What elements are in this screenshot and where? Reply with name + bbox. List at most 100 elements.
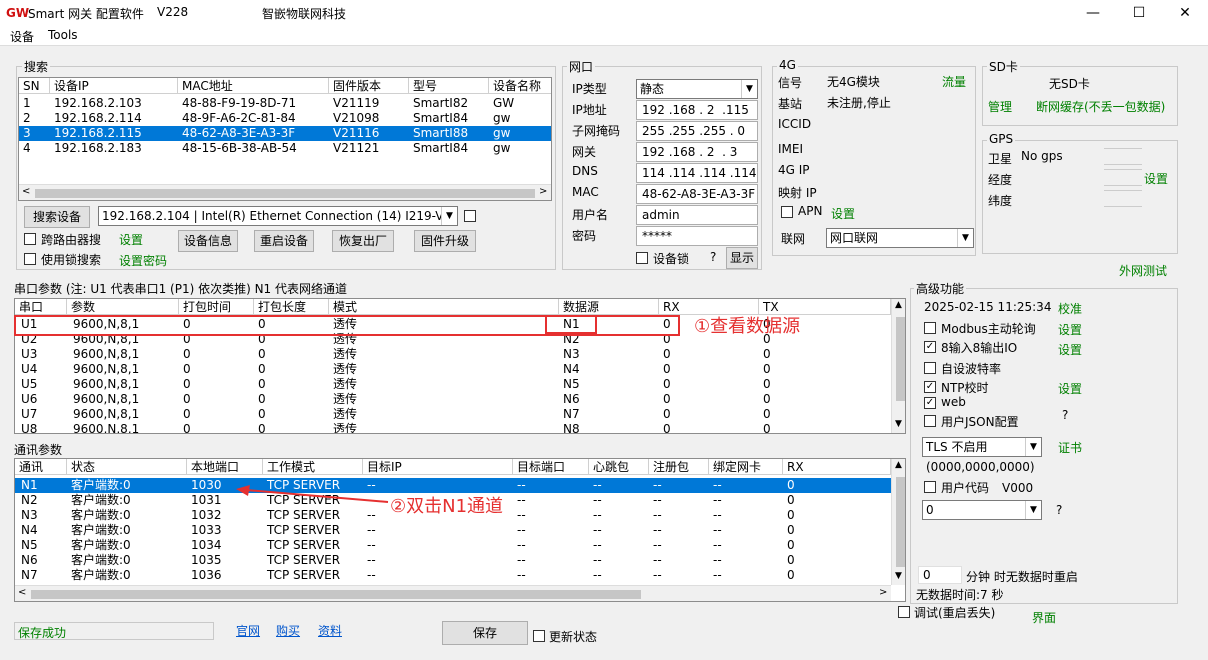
col-bind-nic[interactable]: 绑定网卡 bbox=[709, 459, 783, 475]
close-icon[interactable]: ✕ bbox=[1162, 0, 1208, 26]
debug-checkbox[interactable] bbox=[898, 606, 910, 618]
restart-device-button[interactable]: 重启设备 bbox=[254, 230, 314, 252]
tls-select[interactable]: TLS 不启用 ▼ bbox=[922, 437, 1042, 457]
col-status[interactable]: 状态 bbox=[67, 459, 187, 475]
col-target-port[interactable]: 目标端口 bbox=[513, 459, 589, 475]
col-serial[interactable]: 串口 bbox=[15, 299, 67, 315]
ntp-settings-link[interactable]: 设置 bbox=[1058, 380, 1082, 397]
gps-settings-link[interactable]: 设置 bbox=[1144, 170, 1168, 187]
col-sn[interactable]: SN bbox=[19, 78, 50, 94]
table-row[interactable]: 1 192.168.2.103 48-88-F9-19-8D-71 V21119 Sma… bbox=[19, 96, 551, 111]
calibrate-link[interactable]: 校准 bbox=[1058, 300, 1082, 317]
purchase-link[interactable]: 购买 bbox=[276, 622, 300, 639]
modbus-checkbox[interactable] bbox=[924, 322, 936, 334]
restart-minutes-field[interactable]: 0 bbox=[918, 566, 962, 584]
col-model[interactable]: 型号 bbox=[409, 78, 489, 94]
table-row[interactable]: U5 9600,N,8,1 0 0 透传 N5 0 0 bbox=[15, 377, 891, 392]
search-device-button[interactable]: 搜索设备 bbox=[24, 206, 90, 228]
maximize-icon[interactable]: ☐ bbox=[1116, 0, 1162, 26]
flow-link[interactable]: 流量 bbox=[942, 73, 966, 90]
apn-checkbox[interactable] bbox=[781, 206, 793, 218]
subnet-mask-field[interactable]: 255 .255 .255 . 0 bbox=[636, 121, 758, 141]
interface-link[interactable]: 界面 bbox=[1032, 609, 1056, 626]
show-password-button[interactable]: 显示 bbox=[726, 247, 758, 269]
device-lock-help[interactable]: ? bbox=[710, 250, 716, 264]
col-mac[interactable]: MAC地址 bbox=[178, 78, 329, 94]
col-local-port[interactable]: 本地端口 bbox=[187, 459, 263, 475]
certificate-link[interactable]: 证书 bbox=[1058, 439, 1082, 456]
ntp-checkbox[interactable]: ✓ bbox=[924, 381, 936, 393]
table-row[interactable]: 2 192.168.2.114 48-9F-A6-2C-81-84 V21098 Sma… bbox=[19, 111, 551, 126]
custom-baud-checkbox[interactable] bbox=[924, 362, 936, 374]
col-pack-time[interactable]: 打包时间 bbox=[179, 299, 254, 315]
mac-field[interactable]: 48-62-A8-3E-A3-3F bbox=[636, 184, 758, 204]
user-json-help[interactable]: ? bbox=[1062, 408, 1068, 422]
offline-cache-link[interactable]: 断网缓存(不丢一包数据) bbox=[1036, 98, 1165, 115]
network-select[interactable]: 网口联网 ▼ bbox=[826, 228, 974, 248]
nic-select[interactable]: 192.168.2.104 | Intel(R) Ethernet Connec… bbox=[98, 206, 458, 226]
official-site-link[interactable]: 官网 bbox=[236, 622, 260, 639]
web-checkbox[interactable]: ✓ bbox=[924, 397, 936, 409]
table-row[interactable]: N7 客户端数:0 1036 TCP SERVER -- -- -- -- -- 0 bbox=[15, 568, 891, 583]
user-json-checkbox[interactable] bbox=[924, 415, 936, 427]
col-pack-length[interactable]: 打包长度 bbox=[254, 299, 329, 315]
menu-device[interactable]: 设备 bbox=[10, 28, 34, 45]
io-checkbox[interactable]: ✓ bbox=[924, 341, 936, 353]
table-row[interactable]: U3 9600,N,8,1 0 0 透传 N3 0 0 bbox=[15, 347, 891, 362]
col-device-name[interactable]: 设备名称 bbox=[489, 78, 551, 94]
cross-router-settings-link[interactable]: 设置 bbox=[119, 231, 143, 248]
user-code-help[interactable]: ? bbox=[1056, 503, 1062, 517]
dns-field[interactable]: 114 .114 .114 .114 bbox=[636, 163, 758, 183]
table-row[interactable]: 4 192.168.2.183 48-15-6B-38-AB-54 V21121 Sma… bbox=[19, 141, 551, 156]
table-row[interactable]: N5 客户端数:0 1034 TCP SERVER -- -- -- -- -- 0 bbox=[15, 538, 891, 553]
docs-link[interactable]: 资料 bbox=[318, 622, 342, 639]
col-heartbeat[interactable]: 心跳包 bbox=[589, 459, 649, 475]
table-row[interactable]: N6 客户端数:0 1035 TCP SERVER -- -- -- -- -- 0 bbox=[15, 553, 891, 568]
device-info-button[interactable]: 设备信息 bbox=[178, 230, 238, 252]
col-register[interactable]: 注册包 bbox=[649, 459, 709, 475]
serial-table-vscroll[interactable]: ▲ ▼ bbox=[891, 299, 905, 433]
table-row[interactable]: 3 192.168.2.115 48-62-A8-3E-A3-3F V21116 Sma… bbox=[19, 126, 551, 141]
external-network-test-link[interactable]: 外网测试 bbox=[1119, 262, 1167, 279]
col-comm-rx[interactable]: RX bbox=[783, 459, 891, 475]
ip-type-select[interactable]: 静态 ▼ bbox=[636, 79, 758, 99]
col-data-source[interactable]: 数据源 bbox=[559, 299, 659, 315]
io-settings-link[interactable]: 设置 bbox=[1058, 341, 1082, 358]
table-row[interactable]: U8 9600,N,8,1 0 0 透传 N8 0 0 bbox=[15, 422, 891, 433]
update-status-checkbox[interactable] bbox=[533, 630, 545, 642]
use-lock-checkbox[interactable] bbox=[24, 253, 36, 265]
user-code-select[interactable]: 0 ▼ bbox=[922, 500, 1042, 520]
device-table-hscroll[interactable]: < > bbox=[19, 184, 551, 200]
col-params[interactable]: 参数 bbox=[67, 299, 179, 315]
col-channel[interactable]: 通讯 bbox=[15, 459, 67, 475]
apn-settings-link[interactable]: 设置 bbox=[831, 205, 855, 222]
nic-checkbox[interactable] bbox=[464, 210, 476, 222]
comm-table-hscroll[interactable]: < > bbox=[15, 585, 891, 601]
col-work-mode[interactable]: 工作模式 bbox=[263, 459, 363, 475]
username-field[interactable]: admin bbox=[636, 205, 758, 225]
save-button[interactable]: 保存 bbox=[442, 621, 528, 645]
col-firmware[interactable]: 固件版本 bbox=[329, 78, 409, 94]
minimize-icon[interactable]: — bbox=[1070, 0, 1116, 26]
cross-router-checkbox[interactable] bbox=[24, 233, 36, 245]
factory-reset-button[interactable]: 恢复出厂 bbox=[332, 230, 394, 252]
sd-manage-link[interactable]: 管理 bbox=[988, 98, 1012, 115]
user-code-checkbox[interactable] bbox=[924, 481, 936, 493]
ip-address-field[interactable]: 192 .168 . 2 .115 bbox=[636, 100, 758, 120]
col-device-ip[interactable]: 设备IP bbox=[50, 78, 178, 94]
col-mode[interactable]: 模式 bbox=[329, 299, 559, 315]
table-row[interactable]: N4 客户端数:0 1033 TCP SERVER -- -- -- -- -- 0 bbox=[15, 523, 891, 538]
set-password-link[interactable]: 设置密码 bbox=[119, 252, 167, 269]
firmware-upgrade-button[interactable]: 固件升级 bbox=[414, 230, 476, 252]
device-lock-checkbox[interactable] bbox=[636, 252, 648, 264]
gateway-field[interactable]: 192 .168 . 2 . 3 bbox=[636, 142, 758, 162]
modbus-settings-link[interactable]: 设置 bbox=[1058, 321, 1082, 338]
table-row[interactable]: U4 9600,N,8,1 0 0 透传 N4 0 0 bbox=[15, 362, 891, 377]
table-row[interactable]: N1 客户端数:0 1030 TCP SERVER -- -- -- -- -- 0 bbox=[15, 478, 891, 493]
table-row[interactable]: U7 9600,N,8,1 0 0 透传 N7 0 0 bbox=[15, 407, 891, 422]
menu-tools[interactable]: Tools bbox=[48, 28, 78, 42]
password-field[interactable]: ***** bbox=[636, 226, 758, 246]
table-row[interactable]: U6 9600,N,8,1 0 0 透传 N6 0 0 bbox=[15, 392, 891, 407]
comm-table-vscroll[interactable]: ▲ ▼ bbox=[891, 459, 905, 585]
col-target-ip[interactable]: 目标IP bbox=[363, 459, 513, 475]
